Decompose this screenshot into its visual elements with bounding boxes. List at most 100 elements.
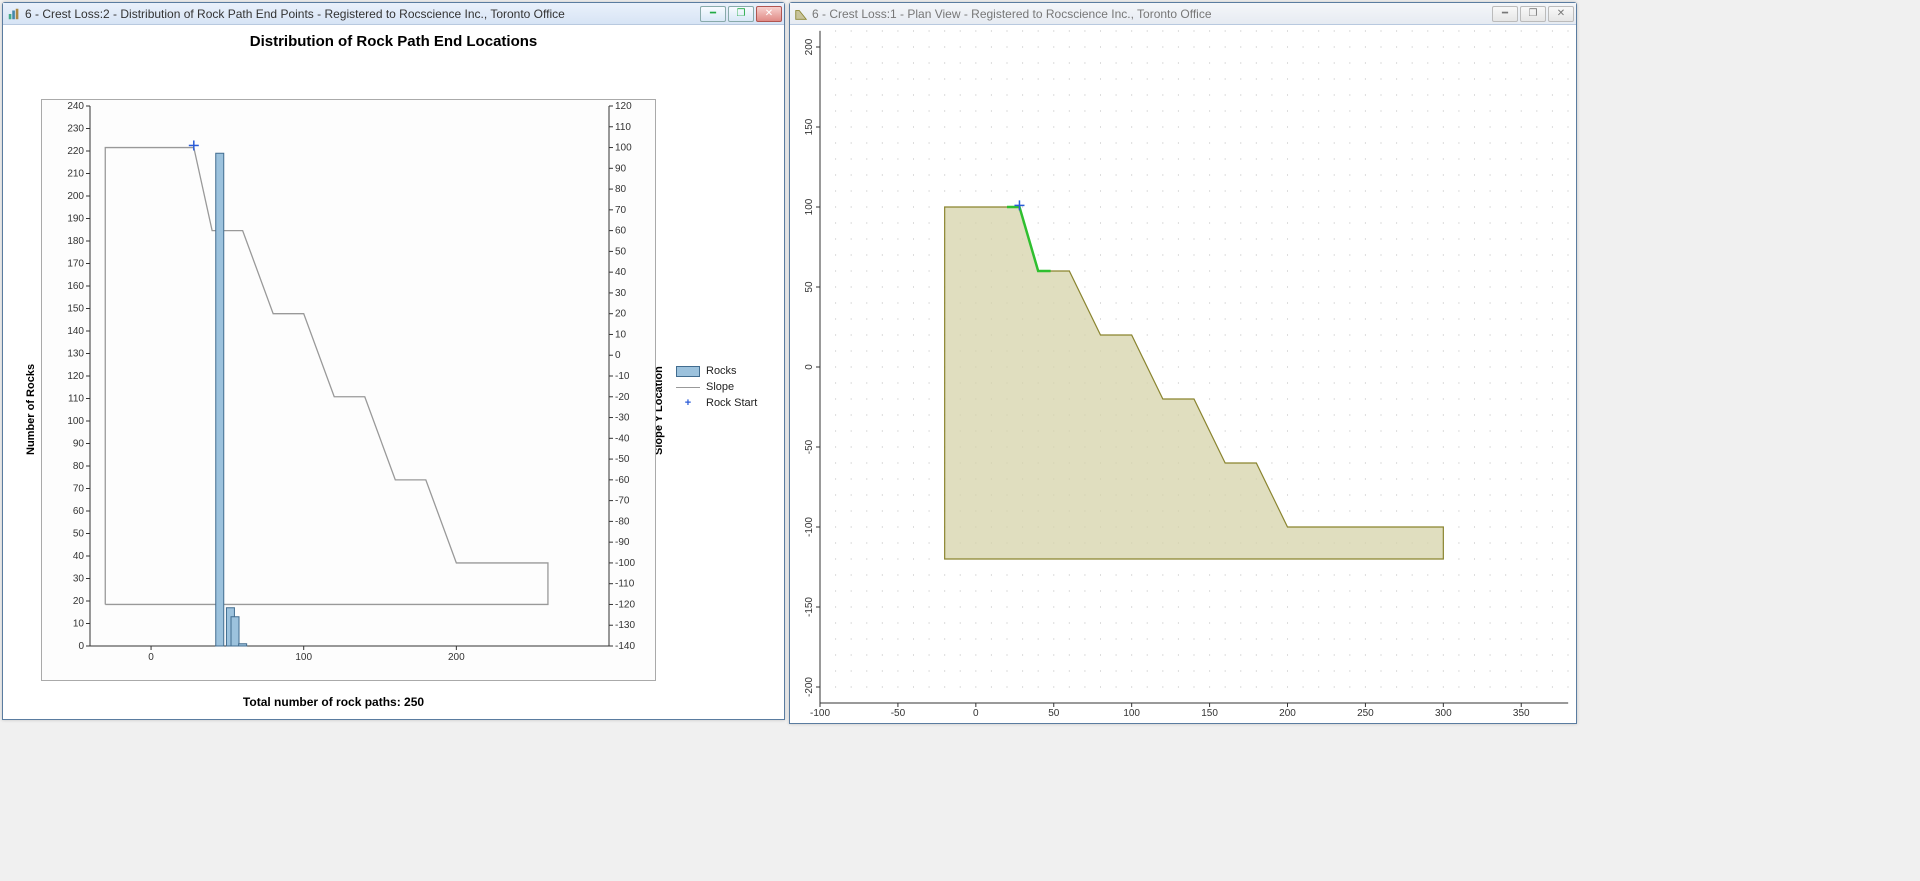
svg-text:180: 180: [67, 236, 84, 247]
svg-text:-140: -140: [615, 641, 635, 652]
svg-text:-60: -60: [615, 475, 630, 486]
svg-text:30: 30: [615, 288, 627, 299]
svg-text:-130: -130: [615, 620, 635, 631]
legend-label: Rocks: [706, 365, 737, 377]
svg-text:-110: -110: [615, 579, 635, 590]
svg-text:350: 350: [1513, 708, 1530, 719]
svg-text:120: 120: [67, 371, 84, 382]
titlebar[interactable]: 6 - Crest Loss:1 - Plan View - Registere…: [790, 3, 1576, 25]
svg-text:90: 90: [73, 439, 85, 450]
window-title: 6 - Crest Loss:1 - Plan View - Registere…: [812, 7, 1486, 21]
legend-item-slope: Slope: [676, 379, 757, 395]
chart-icon: [7, 7, 21, 21]
maximize-button[interactable]: ❐: [728, 6, 754, 22]
titlebar[interactable]: 6 - Crest Loss:2 - Distribution of Rock …: [3, 3, 784, 25]
svg-text:-40: -40: [615, 433, 630, 444]
svg-text:-70: -70: [615, 496, 630, 507]
legend-item-rocks: Rocks: [676, 363, 757, 379]
svg-text:50: 50: [73, 529, 85, 540]
svg-text:90: 90: [615, 163, 627, 174]
svg-text:210: 210: [67, 169, 84, 180]
plan-view-window: 6 - Crest Loss:1 - Plan View - Registere…: [789, 2, 1577, 724]
svg-text:150: 150: [804, 118, 815, 135]
plus-swatch-icon: +: [676, 398, 700, 408]
svg-text:10: 10: [73, 619, 85, 630]
svg-text:50: 50: [615, 246, 627, 257]
y1-axis-label: Number of Rocks: [25, 364, 37, 455]
svg-text:-80: -80: [615, 516, 630, 527]
svg-text:-20: -20: [615, 392, 630, 403]
chart-legend: Rocks Slope + Rock Start: [676, 363, 757, 411]
svg-text:50: 50: [1048, 708, 1060, 719]
distribution-window: 6 - Crest Loss:2 - Distribution of Rock …: [2, 2, 785, 720]
svg-text:100: 100: [804, 198, 815, 215]
svg-text:120: 120: [615, 101, 632, 112]
svg-text:-150: -150: [804, 597, 815, 617]
svg-text:-50: -50: [891, 708, 906, 719]
svg-text:-100: -100: [804, 517, 815, 537]
svg-text:200: 200: [1279, 708, 1296, 719]
svg-text:-200: -200: [804, 677, 815, 697]
svg-text:-120: -120: [615, 599, 635, 610]
svg-text:240: 240: [67, 101, 84, 112]
window-controls: ━ ❐ ✕: [698, 6, 782, 22]
svg-text:30: 30: [73, 574, 85, 585]
window-controls: ━ ❐ ✕: [1490, 6, 1574, 22]
svg-text:100: 100: [295, 652, 312, 663]
svg-text:70: 70: [615, 205, 627, 216]
svg-text:80: 80: [73, 461, 85, 472]
legend-label: Rock Start: [706, 397, 757, 409]
svg-text:0: 0: [804, 364, 815, 370]
svg-text:100: 100: [615, 143, 632, 154]
svg-text:60: 60: [73, 506, 85, 517]
svg-text:190: 190: [67, 214, 84, 225]
footer-summary: Total number of rock paths: 250: [3, 689, 664, 715]
legend-label: Slope: [706, 381, 734, 393]
close-button[interactable]: ✕: [756, 6, 782, 22]
svg-text:-100: -100: [810, 708, 830, 719]
svg-text:160: 160: [67, 281, 84, 292]
svg-text:20: 20: [615, 309, 627, 320]
svg-text:20: 20: [73, 596, 85, 607]
svg-text:200: 200: [67, 191, 84, 202]
svg-text:0: 0: [973, 708, 979, 719]
svg-text:100: 100: [1123, 708, 1140, 719]
plan-view-body[interactable]: -200 -150 -100 -50 0 50 100 150 200 -100 -50 0 50 100…: [790, 25, 1576, 723]
svg-text:80: 80: [615, 184, 627, 195]
legend-item-rock-start: + Rock Start: [676, 395, 757, 411]
svg-text:110: 110: [68, 394, 84, 405]
svg-text:150: 150: [1201, 708, 1218, 719]
svg-text:100: 100: [67, 416, 84, 427]
maximize-button[interactable]: ❐: [1520, 6, 1546, 22]
svg-text:-50: -50: [615, 454, 630, 465]
minimize-button[interactable]: ━: [700, 6, 726, 22]
minimize-button[interactable]: ━: [1492, 6, 1518, 22]
close-button[interactable]: ✕: [1548, 6, 1574, 22]
window-title: 6 - Crest Loss:2 - Distribution of Rock …: [25, 7, 694, 21]
svg-text:50: 50: [804, 281, 815, 293]
svg-text:-50: -50: [804, 439, 815, 454]
svg-text:250: 250: [1357, 708, 1374, 719]
svg-text:110: 110: [615, 122, 631, 133]
svg-text:200: 200: [804, 38, 815, 55]
svg-text:300: 300: [1435, 708, 1452, 719]
bar-swatch-icon: [676, 366, 700, 377]
svg-text:-10: -10: [615, 371, 630, 382]
svg-text:0: 0: [615, 350, 621, 361]
svg-text:170: 170: [67, 259, 84, 270]
svg-text:0: 0: [148, 652, 154, 663]
svg-text:10: 10: [615, 329, 627, 340]
svg-text:-30: -30: [615, 413, 630, 424]
chart-plot-area[interactable]: 0102030405060708090100110120130140150160…: [41, 99, 656, 681]
svg-text:0: 0: [78, 641, 84, 652]
line-swatch-icon: [676, 387, 700, 388]
svg-text:140: 140: [67, 326, 84, 337]
chart-body: Distribution of Rock Path End Locations …: [3, 25, 784, 719]
svg-text:220: 220: [67, 146, 84, 157]
svg-text:40: 40: [615, 267, 627, 278]
svg-text:200: 200: [448, 652, 465, 663]
svg-text:-100: -100: [615, 558, 635, 569]
svg-text:130: 130: [67, 349, 84, 360]
svg-text:40: 40: [73, 551, 85, 562]
chart-title: Distribution of Rock Path End Locations: [3, 25, 784, 54]
